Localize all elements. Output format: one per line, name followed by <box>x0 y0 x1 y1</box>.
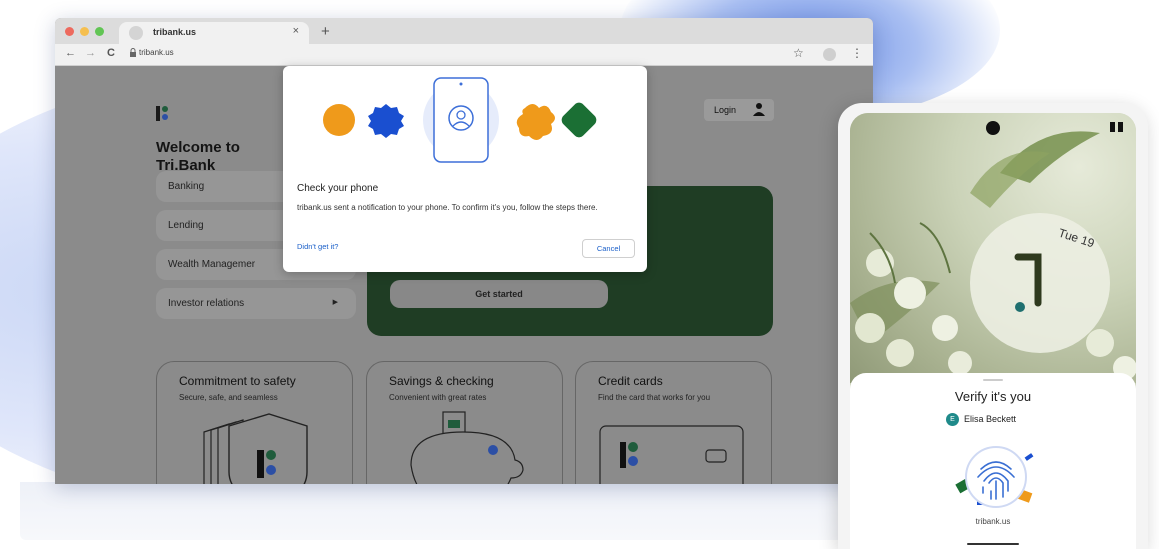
minimize-window-dot[interactable] <box>80 27 89 36</box>
menu-more-icon[interactable]: ⋮ <box>851 46 863 60</box>
shield-illustration-icon <box>203 413 308 484</box>
maximize-window-dot[interactable] <box>95 27 104 36</box>
feature-card-savings[interactable]: Savings & checking Convenient with great… <box>366 361 563 484</box>
nav-item-label: Lending <box>168 220 204 231</box>
didnt-get-it-link[interactable]: Didn't get it? <box>297 242 338 251</box>
logo-bar <box>156 106 160 121</box>
account-name: Elisa Beckett <box>964 414 1017 424</box>
origin-label: tribank.us <box>975 517 1011 526</box>
feature-subtitle: Find the card that works for you <box>598 393 711 402</box>
tab-tribank[interactable]: tribank.us × <box>119 22 309 44</box>
get-started-button[interactable]: Get started <box>390 280 608 308</box>
profile-avatar[interactable] <box>823 48 836 61</box>
login-label: Login <box>714 105 737 115</box>
nav-item-label: Wealth Managemer <box>168 259 256 270</box>
logo-dot-green <box>162 106 168 112</box>
piggy-bank-icon <box>410 411 524 484</box>
sheet-handle[interactable] <box>983 379 1003 381</box>
user-icon <box>753 103 765 116</box>
home-indicator[interactable] <box>967 543 1019 545</box>
close-window-dot[interactable] <box>65 27 74 36</box>
fingerprint-icon[interactable] <box>953 441 1039 513</box>
tab-bar: tribank.us × + <box>55 18 873 44</box>
feature-title: Commitment to safety <box>179 374 296 388</box>
new-tab-icon[interactable]: + <box>321 23 330 40</box>
tab-title: tribank.us <box>153 27 197 37</box>
dialog-title: Check your phone <box>297 183 379 194</box>
logo-dot-blue <box>162 114 168 120</box>
back-icon[interactable]: ← <box>65 47 76 59</box>
dialog-body: tribank.us sent a notification to your p… <box>297 203 598 212</box>
feature-title: Credit cards <box>598 374 663 388</box>
nav-item-label: Investor relations <box>168 298 245 309</box>
feature-subtitle: Convenient with great rates <box>389 393 487 402</box>
verify-sheet: Verify it's you E Elisa Beckett tribank.… <box>850 373 1136 549</box>
nav-item-label: Banking <box>168 181 205 192</box>
favicon-icon <box>129 26 143 40</box>
window-controls <box>65 27 104 36</box>
verify-title: Verify it's you <box>954 389 1032 404</box>
battery-icon <box>1110 122 1123 132</box>
nav-item-investor-relations[interactable]: Investor relations ▶ <box>156 288 356 319</box>
browser-toolbar: ← → C tribank.us ☆ ⋮ <box>55 44 873 66</box>
close-tab-icon[interactable]: × <box>293 25 299 37</box>
feature-title: Savings & checking <box>389 374 494 388</box>
reload-icon[interactable]: C <box>107 47 115 59</box>
feature-card-credit-cards[interactable]: Credit cards Find the card that works fo… <box>575 361 772 484</box>
chevron-right-icon: ▶ <box>332 299 338 306</box>
cancel-button[interactable]: Cancel <box>582 239 635 258</box>
lock-icon <box>130 48 136 57</box>
credit-card-icon <box>599 425 744 484</box>
address-bar[interactable]: tribank.us <box>139 48 174 57</box>
camera-icon <box>986 121 1000 135</box>
device-illustration-icon <box>323 77 597 163</box>
avatar: E <box>946 413 959 426</box>
feature-card-safety[interactable]: Commitment to safety Secure, safe, and s… <box>156 361 353 484</box>
browser-window: tribank.us × + ← → C tribank.us ☆ ⋮ Welc… <box>55 18 873 484</box>
login-button[interactable]: Login <box>704 99 774 121</box>
forward-icon[interactable]: → <box>85 47 96 59</box>
feature-subtitle: Secure, safe, and seamless <box>179 393 278 402</box>
phone-device: Tue 19 Verify it's you E Elisa Beckett t… <box>838 103 1148 549</box>
bookmark-star-icon[interactable]: ☆ <box>793 46 804 60</box>
phone-screen: Tue 19 Verify it's you E Elisa Beckett t… <box>850 113 1136 549</box>
laptop-base <box>20 482 980 540</box>
check-phone-dialog: Check your phone tribank.us sent a notif… <box>283 66 647 272</box>
page-title: Welcome to Tri.Bank <box>156 139 240 174</box>
stage: tribank.us × + ← → C tribank.us ☆ ⋮ Welc… <box>0 0 1159 549</box>
